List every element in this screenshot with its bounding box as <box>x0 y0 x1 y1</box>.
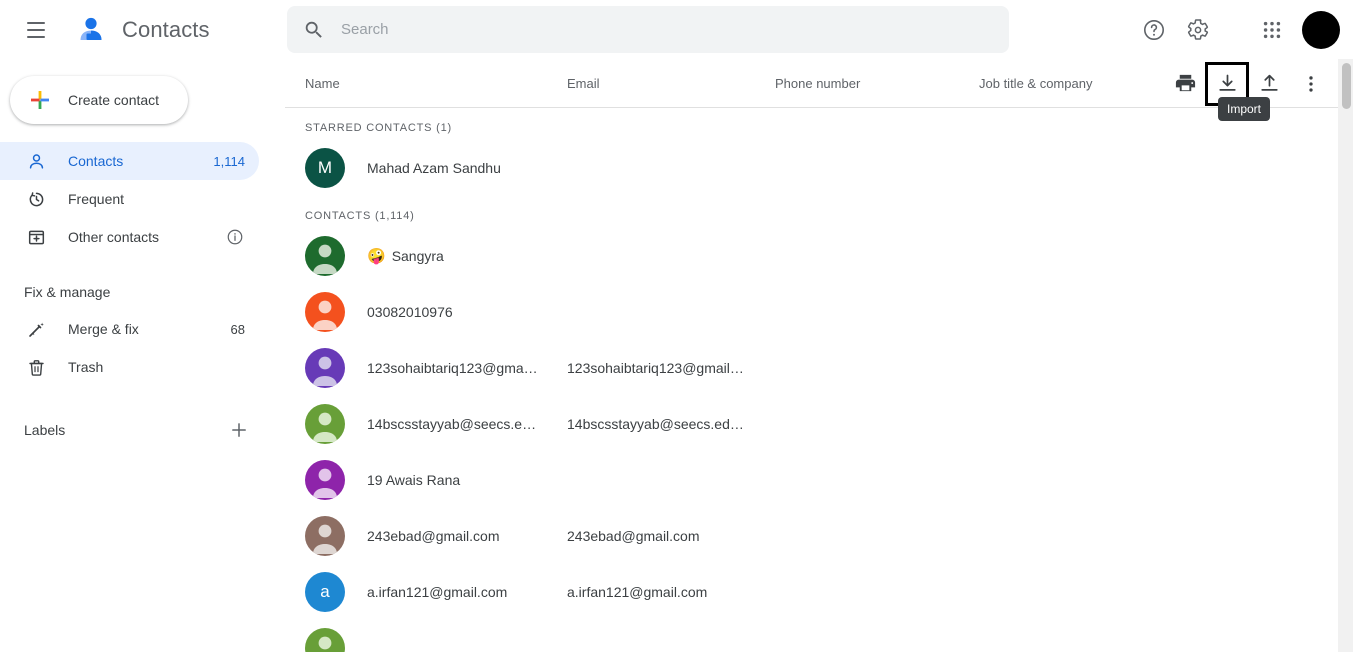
sidebar-item-merge-fix[interactable]: Merge & fix 68 <box>0 310 259 348</box>
sidebar: Create contact Contacts 1,114 Frequent O… <box>0 59 285 652</box>
table-row[interactable]: a a.irfan121@gmail.com a.irfan121@gmail.… <box>285 564 1353 620</box>
avatar: M <box>305 148 345 188</box>
history-clock-icon <box>24 187 48 211</box>
column-header-phone: Phone number <box>775 75 861 91</box>
magic-wand-icon <box>24 317 48 341</box>
contact-name: 19 Awais Rana <box>367 472 461 488</box>
top-right-actions <box>1132 0 1353 59</box>
group-label-contacts: CONTACTS (1,114) <box>305 210 415 222</box>
top-bar: Contacts <box>0 0 1353 59</box>
help-icon[interactable] <box>1132 8 1176 52</box>
contact-name: 14bscsstayyab@seecs.e… <box>367 416 537 432</box>
app-title: Contacts <box>122 16 210 42</box>
contact-name: Mahad Azam Sandhu <box>367 160 501 176</box>
vertical-scrollbar[interactable] <box>1338 59 1353 652</box>
import-tooltip: Import <box>1218 97 1271 121</box>
plus-icon[interactable] <box>227 418 251 442</box>
avatar <box>305 460 345 500</box>
scrollbar-thumb[interactable] <box>1342 63 1351 109</box>
sidebar-label-merge-fix: Merge & fix <box>68 321 139 337</box>
column-header-name: Name <box>305 75 340 91</box>
fix-manage-section: Fix & manage Merge & fix 68 Trash <box>0 274 285 386</box>
contact-name: 123sohaibtariq123@gma… <box>367 360 538 376</box>
sidebar-label-trash: Trash <box>68 359 104 375</box>
search-bar[interactable] <box>287 6 1009 53</box>
table-row[interactable]: 03082010976 <box>285 284 1353 340</box>
table-row[interactable]: 123sohaibtariq123@gma… 123sohaibtariq123… <box>285 340 1353 396</box>
contact-name: a.irfan121@gmail.com <box>367 584 508 600</box>
sidebar-item-trash[interactable]: Trash <box>0 348 259 386</box>
emoji: 🤪 <box>367 248 386 265</box>
contact-name: 03082010976 <box>367 304 453 320</box>
search-icon <box>303 19 325 41</box>
sidebar-item-frequent[interactable]: Frequent <box>0 180 259 218</box>
column-header-job: Job title & company <box>979 75 1093 91</box>
sidebar-label-frequent: Frequent <box>68 191 125 207</box>
create-contact-button[interactable]: Create contact <box>10 76 188 124</box>
table-row[interactable]: 19 Awais Rana <box>285 452 1353 508</box>
hamburger-menu-icon[interactable] <box>12 6 60 54</box>
sidebar-item-contacts[interactable]: Contacts 1,114 <box>0 142 259 180</box>
table-row[interactable]: 243ebad@gmail.com 243ebad@gmail.com <box>285 508 1353 564</box>
contact-email: 243ebad@gmail.com <box>567 528 700 544</box>
contact-email: 14bscsstayyab@seecs.ed… <box>567 416 744 432</box>
primary-nav: Contacts 1,114 Frequent Other contacts <box>0 142 285 256</box>
sidebar-count-merge-fix: 68 <box>230 321 245 337</box>
contact-name-text: Sangyra <box>391 248 444 264</box>
archive-box-icon <box>24 225 48 249</box>
table-row[interactable]: M Mahad Azam Sandhu <box>285 140 1353 196</box>
contacts-logo-icon <box>74 13 108 47</box>
info-icon[interactable] <box>225 227 245 247</box>
avatar <box>305 404 345 444</box>
google-plus-icon <box>28 88 52 112</box>
group-label-starred: STARRED CONTACTS (1) <box>305 122 452 134</box>
trash-icon <box>24 355 48 379</box>
person-icon <box>24 149 48 173</box>
contacts-main-panel: Name Email Phone number Job title & comp… <box>285 59 1353 652</box>
contact-email: 123sohaibtariq123@gmail… <box>567 360 744 376</box>
sidebar-label-contacts: Contacts <box>68 153 124 169</box>
print-icon[interactable] <box>1166 65 1204 103</box>
avatar-letter: M <box>317 158 333 177</box>
profile-avatar[interactable] <box>1302 10 1340 49</box>
avatar-letter: a <box>320 582 330 601</box>
table-row[interactable]: 🤪 Sangyra <box>285 228 1353 284</box>
avatar: a <box>305 572 345 612</box>
app-brand: Contacts <box>74 13 210 47</box>
table-row[interactable]: 14bscsstayyab@seecs.e… 14bscsstayyab@see… <box>285 396 1353 452</box>
column-header-email: Email <box>567 75 600 91</box>
contact-email: a.irfan121@gmail.com <box>567 584 708 600</box>
fix-manage-header: Fix & manage <box>24 284 111 300</box>
contact-name: 🤪 Sangyra <box>367 247 563 265</box>
labels-section: Labels <box>0 412 285 448</box>
settings-gear-icon[interactable] <box>1176 8 1220 52</box>
avatar <box>305 292 345 332</box>
labels-header: Labels <box>24 422 66 438</box>
contact-name: 243ebad@gmail.com <box>367 528 500 544</box>
search-input[interactable] <box>341 14 961 45</box>
avatar <box>305 516 345 556</box>
more-options-icon[interactable] <box>1292 65 1330 103</box>
avatar <box>305 348 345 388</box>
table-row[interactable] <box>285 620 1353 652</box>
apps-grid-icon[interactable] <box>1250 8 1294 52</box>
contacts-list-body: STARRED CONTACTS (1) M Mahad Azam Sandhu… <box>285 108 1353 652</box>
contacts-list-header: Name Email Phone number Job title & comp… <box>285 59 1353 108</box>
create-contact-label: Create contact <box>68 92 160 108</box>
sidebar-label-other-contacts: Other contacts <box>68 229 160 245</box>
avatar <box>305 628 345 652</box>
sidebar-count-contacts: 1,114 <box>213 153 245 169</box>
avatar <box>305 236 345 276</box>
sidebar-item-other-contacts[interactable]: Other contacts <box>0 218 259 256</box>
